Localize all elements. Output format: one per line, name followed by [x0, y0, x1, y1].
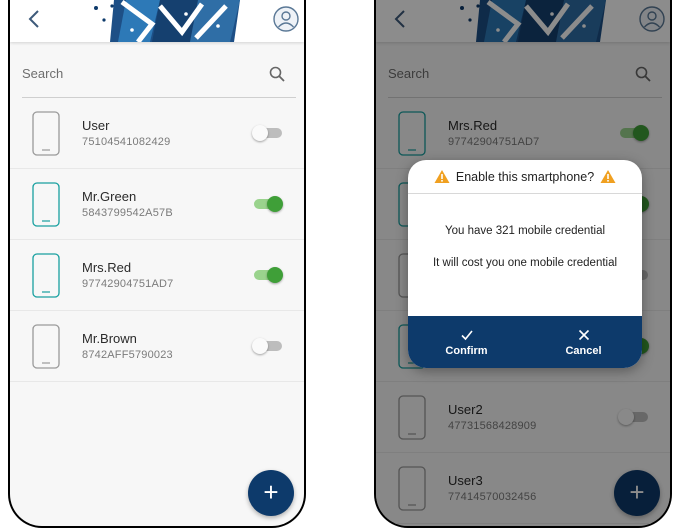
confirm-label: Confirm [445, 344, 488, 357]
smartphone-icon [32, 182, 60, 227]
plus-icon: + [263, 477, 279, 507]
list-item[interactable]: Mr.Green 5843799542A57B [10, 169, 304, 240]
search-icon[interactable] [268, 65, 286, 83]
device-name: Mr.Brown [82, 331, 137, 346]
close-icon [578, 329, 589, 340]
device-name: Mrs.Red [82, 260, 132, 275]
dialog-title: Enable this smartphone? [455, 169, 595, 184]
search-input[interactable]: Search [22, 66, 63, 81]
warning-icon [434, 170, 450, 183]
dialog-message-cost: It will cost you one mobile credential [432, 257, 618, 269]
dialog-message-credentials: You have 321 mobile credential [444, 225, 606, 237]
device-list: User 75104541082429 Mr.Green 5843799542A… [10, 98, 304, 382]
cancel-button[interactable]: Cancel [525, 316, 642, 368]
enable-smartphone-dialog: Enable this smartphone? You have 321 mob… [408, 160, 642, 368]
device-serial: 97742904751AD7 [82, 278, 174, 290]
add-device-button[interactable]: + [248, 470, 294, 516]
search-bar[interactable]: Search [22, 56, 296, 98]
phone-screen-confirm-dialog: Search Mrs.Red 97742904751AD7 User2 4773… [374, 0, 672, 528]
smartphone-icon [32, 111, 60, 156]
cancel-label: Cancel [565, 344, 602, 357]
banner-graphic [94, 0, 240, 42]
top-app-bar [10, 0, 304, 42]
check-icon [460, 329, 473, 340]
smartphone-icon [32, 324, 60, 369]
dialog-actions: Confirm Cancel [408, 316, 642, 368]
smartphone-icon [32, 253, 60, 298]
chevron-left-icon[interactable] [24, 8, 46, 30]
enable-toggle[interactable] [254, 267, 284, 283]
enable-toggle[interactable] [252, 125, 284, 141]
confirm-button[interactable]: Confirm [408, 316, 525, 368]
list-item[interactable]: Mrs.Red 97742904751AD7 [10, 240, 304, 311]
device-serial: 75104541082429 [82, 136, 171, 148]
phone-screen-device-list: Search User 75104541082429 Mr.Green 5843… [8, 0, 306, 528]
enable-toggle[interactable] [254, 196, 284, 212]
warning-icon [600, 170, 616, 183]
dialog-title-bar: Enable this smartphone? [408, 160, 642, 194]
device-serial: 5843799542A57B [82, 207, 173, 219]
device-name: Mr.Green [82, 189, 137, 204]
device-name: User [82, 118, 110, 133]
enable-toggle[interactable] [252, 338, 284, 354]
user-circle-icon[interactable] [273, 6, 299, 32]
list-item[interactable]: Mr.Brown 8742AFF5790023 [10, 311, 304, 382]
device-serial: 8742AFF5790023 [82, 349, 173, 361]
list-item[interactable]: User 75104541082429 [10, 98, 304, 169]
